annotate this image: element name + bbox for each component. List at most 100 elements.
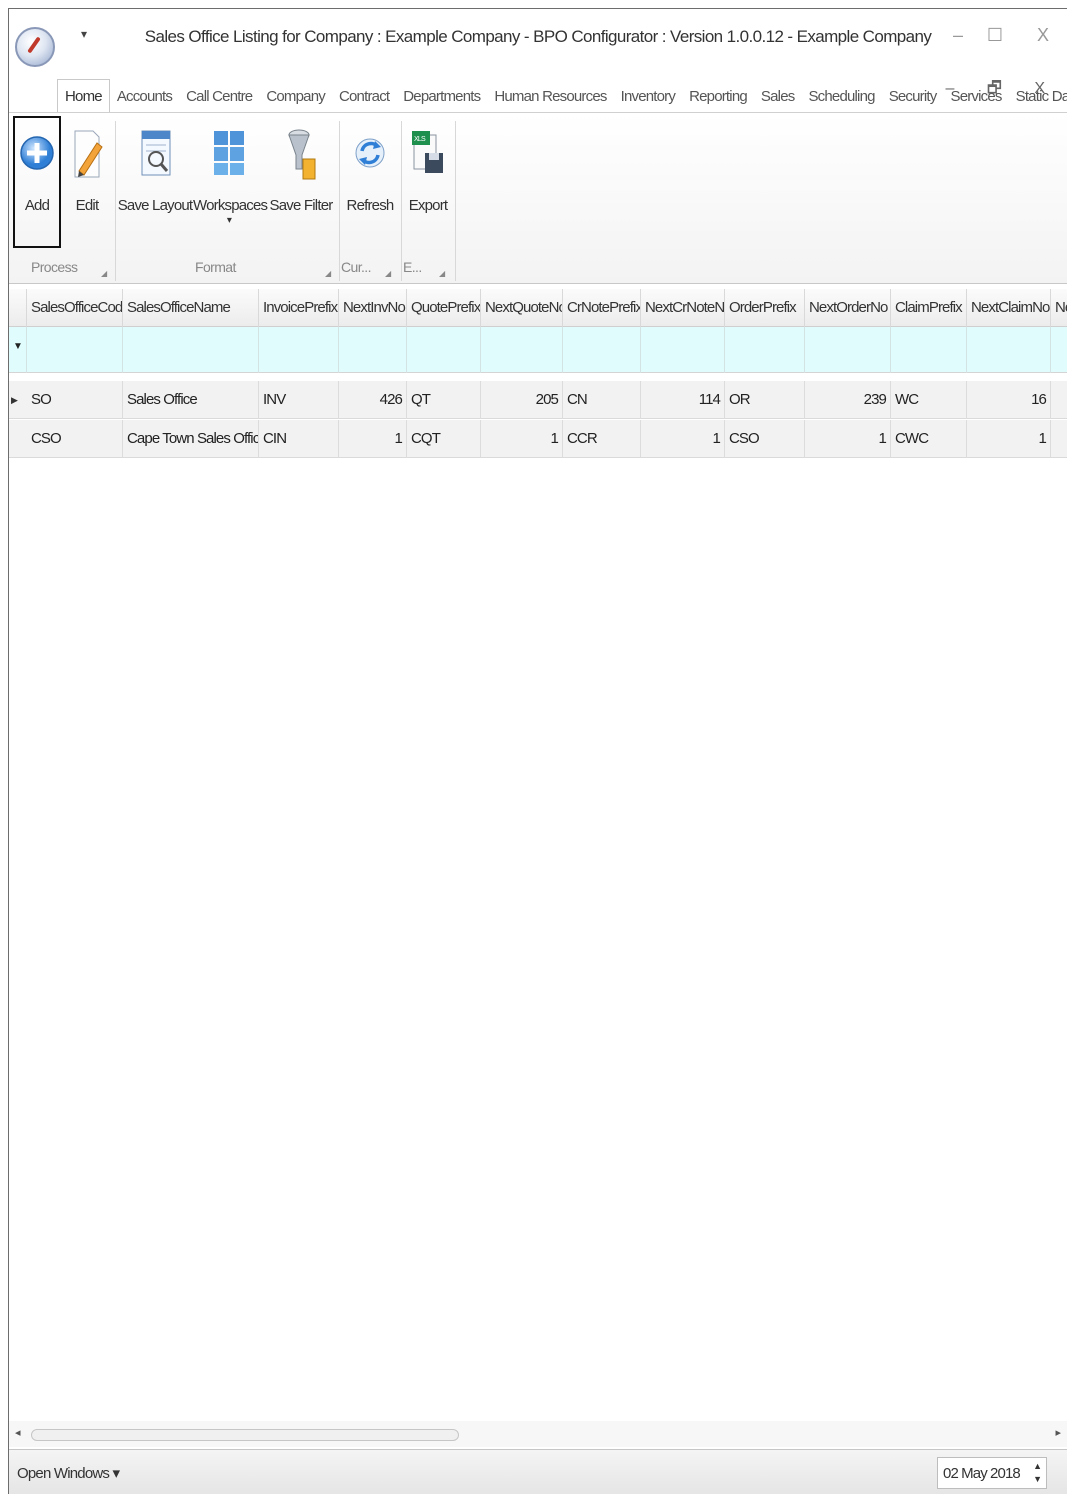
tab-inventory[interactable]: Inventory [614,88,683,113]
scroll-left-icon[interactable]: ◂ [15,1426,21,1439]
filter-cell[interactable] [805,327,891,373]
column-header-quoteprefix[interactable]: QuotePrefix [407,289,481,327]
refresh-icon [355,138,385,168]
cell-nextquoteno[interactable]: 1 [481,420,563,458]
add-icon [20,136,54,170]
table-row[interactable]: ▶ SO Sales Office INV 426 QT 205 CN 114 … [9,381,1067,419]
column-header-nextinvno[interactable]: NextInvNo [339,289,407,327]
svg-text:XLS: XLS [414,136,426,143]
cell-nextorderno[interactable]: 1 [805,420,891,458]
date-value: 02 May 2018 [943,1465,1021,1482]
cell-nextinvno[interactable]: 426 [339,381,407,419]
export-launcher-icon[interactable]: ◢ [439,269,445,278]
filter-icon: ▼ [13,341,23,352]
cell-nextclaimno[interactable]: 16 [967,381,1051,419]
cell-nextclaimno[interactable]: 1 [967,420,1051,458]
save-layout-button[interactable]: Save Layout [117,119,193,229]
filter-cell[interactable] [407,327,481,373]
cell-invoiceprefix[interactable]: CIN [259,420,339,458]
column-header-nextquoteno[interactable]: NextQuoteNo [481,289,563,327]
column-header-next-truncated[interactable]: Ne [1051,289,1067,327]
save-layout-label: Save Layout [117,197,193,214]
group-label-current: Cur... [341,259,371,275]
cell-salesofficename[interactable]: Sales Office [123,381,259,419]
minimize-button[interactable]: – [953,25,963,46]
cell-orderprefix[interactable]: CSO [725,420,805,458]
tab-home[interactable]: Home [57,79,110,113]
scroll-right-icon[interactable]: ▸ [1055,1426,1061,1439]
export-button[interactable]: XLS Export [401,119,455,229]
filter-cell[interactable] [339,327,407,373]
cell-quoteprefix[interactable]: CQT [407,420,481,458]
cell-salesofficecode[interactable]: CSO [27,420,123,458]
format-launcher-icon[interactable]: ◢ [325,269,331,278]
filter-row-indicator: ▼ [9,327,27,373]
column-header-crnoteprefix[interactable]: CrNotePrefix [563,289,641,327]
filter-cell[interactable] [27,327,123,373]
filter-cell[interactable] [259,327,339,373]
tab-contract[interactable]: Contract [332,88,396,113]
column-header-claimprefix[interactable]: ClaimPrefix [891,289,967,327]
column-header-invoiceprefix[interactable]: InvoicePrefix [259,289,339,327]
table-row[interactable]: CSO Cape Town Sales Office CIN 1 CQT 1 C… [9,420,1067,458]
cell-quoteprefix[interactable]: QT [407,381,481,419]
save-filter-button[interactable]: Save Filter [265,119,337,229]
cell-nextorderno[interactable]: 239 [805,381,891,419]
edit-button[interactable]: Edit [65,119,109,229]
close-button[interactable]: X [1037,25,1049,46]
cell-claimprefix[interactable]: CWC [891,420,967,458]
maximize-button[interactable]: ☐ [987,25,1003,46]
add-button[interactable]: Add [15,119,59,229]
tab-departments[interactable]: Departments [396,88,487,113]
cell-crnoteprefix[interactable]: CCR [563,420,641,458]
tab-sales[interactable]: Sales [754,88,802,113]
cell-salesofficecode[interactable]: SO [27,381,123,419]
current-launcher-icon[interactable]: ◢ [385,269,391,278]
tab-accounts[interactable]: Accounts [110,88,179,113]
filter-cell[interactable] [891,327,967,373]
column-header-salesofficename[interactable]: SalesOfficeName [123,289,259,327]
filter-cell[interactable] [967,327,1051,373]
column-header-nextorderno[interactable]: NextOrderNo [805,289,891,327]
column-header-nextcrnoteno[interactable]: NextCrNoteNo [641,289,725,327]
tab-reporting[interactable]: Reporting [682,88,754,113]
process-launcher-icon[interactable]: ◢ [101,269,107,278]
cell-orderprefix[interactable]: OR [725,381,805,419]
cell-nextinvno[interactable]: 1 [339,420,407,458]
filter-cell[interactable] [725,327,805,373]
export-icon: XLS [412,131,443,173]
workspaces-icon [214,131,244,175]
date-picker[interactable]: 02 May 2018 ▲ ▼ [937,1457,1047,1489]
mdi-window-controls[interactable]: – 🗗 X [946,77,1060,104]
group-separator [115,121,116,281]
cell-nextquoteno[interactable]: 205 [481,381,563,419]
filter-cell[interactable] [481,327,563,373]
column-header-nextclaimno[interactable]: NextClaimNo [967,289,1051,327]
group-label-format: Format [195,259,236,275]
tab-human-resources[interactable]: Human Resources [487,88,613,113]
save-filter-label: Save Filter [269,197,334,214]
scroll-thumb[interactable] [31,1429,459,1441]
cell-invoiceprefix[interactable]: INV [259,381,339,419]
tab-security[interactable]: Security [882,88,944,113]
tab-call-centre[interactable]: Call Centre [179,88,259,113]
grid-filter-row[interactable]: ▼ [9,327,1067,373]
window-title: Sales Office Listing for Company : Examp… [144,27,932,46]
filter-cell[interactable] [563,327,641,373]
tab-company[interactable]: Company [259,88,332,113]
cell-salesofficename[interactable]: Cape Town Sales Office [123,420,259,458]
column-header-salesofficecode[interactable]: SalesOfficeCode [27,289,123,327]
open-windows-menu[interactable]: Open Windows ▾ [17,1464,120,1482]
workspaces-button[interactable]: Workspaces ▾ [193,119,268,249]
cell-nextcrnoteno[interactable]: 1 [641,420,725,458]
column-header-orderprefix[interactable]: OrderPrefix [725,289,805,327]
date-spinner-icon[interactable]: ▲ ▼ [1033,1460,1042,1486]
cell-nextcrnoteno[interactable]: 114 [641,381,725,419]
horizontal-scrollbar[interactable]: ◂ ▸ [9,1421,1067,1447]
filter-cell[interactable] [123,327,259,373]
cell-crnoteprefix[interactable]: CN [563,381,641,419]
filter-cell[interactable] [641,327,725,373]
refresh-button[interactable]: Refresh [341,119,399,229]
tab-scheduling[interactable]: Scheduling [801,88,881,113]
cell-claimprefix[interactable]: WC [891,381,967,419]
